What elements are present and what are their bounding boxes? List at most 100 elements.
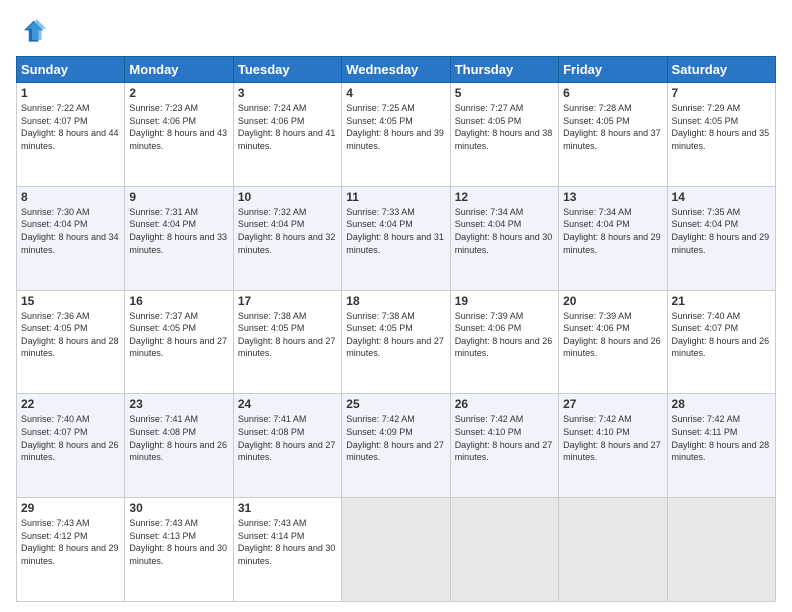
day-number: 6 xyxy=(563,86,662,100)
dow-header: Wednesday xyxy=(342,57,450,83)
day-info: Sunrise: 7:39 AMSunset: 4:06 PMDaylight:… xyxy=(455,310,554,360)
day-info: Sunrise: 7:37 AMSunset: 4:05 PMDaylight:… xyxy=(129,310,228,360)
calendar-cell xyxy=(450,498,558,602)
calendar-week-row: 8 Sunrise: 7:30 AMSunset: 4:04 PMDaylight… xyxy=(17,186,776,290)
day-info: Sunrise: 7:33 AMSunset: 4:04 PMDaylight:… xyxy=(346,206,445,256)
day-number: 18 xyxy=(346,294,445,308)
calendar-cell: 19 Sunrise: 7:39 AMSunset: 4:06 PMDayligh… xyxy=(450,290,558,394)
calendar-cell: 16 Sunrise: 7:37 AMSunset: 4:05 PMDayligh… xyxy=(125,290,233,394)
calendar-week-row: 1 Sunrise: 7:22 AMSunset: 4:07 PMDaylight… xyxy=(17,83,776,187)
day-number: 24 xyxy=(238,397,337,411)
day-number: 31 xyxy=(238,501,337,515)
calendar-cell: 18 Sunrise: 7:38 AMSunset: 4:05 PMDayligh… xyxy=(342,290,450,394)
calendar-cell: 5 Sunrise: 7:27 AMSunset: 4:05 PMDaylight… xyxy=(450,83,558,187)
day-info: Sunrise: 7:42 AMSunset: 4:11 PMDaylight:… xyxy=(672,413,771,463)
calendar-cell: 26 Sunrise: 7:42 AMSunset: 4:10 PMDayligh… xyxy=(450,394,558,498)
calendar-cell: 24 Sunrise: 7:41 AMSunset: 4:08 PMDayligh… xyxy=(233,394,341,498)
calendar-cell: 13 Sunrise: 7:34 AMSunset: 4:04 PMDayligh… xyxy=(559,186,667,290)
calendar-cell: 3Sunrise: 7:24 AMSunset: 4:06 PMDaylight… xyxy=(233,83,341,187)
logo xyxy=(16,16,52,48)
day-info: Sunrise: 7:41 AMSunset: 4:08 PMDaylight:… xyxy=(129,413,228,463)
day-info: Sunrise: 7:34 AMSunset: 4:04 PMDaylight:… xyxy=(455,206,554,256)
day-of-week-row: SundayMondayTuesdayWednesdayThursdayFrid… xyxy=(17,57,776,83)
day-number: 28 xyxy=(672,397,771,411)
day-info: Sunrise: 7:42 AMSunset: 4:10 PMDaylight:… xyxy=(455,413,554,463)
calendar-body: 1 Sunrise: 7:22 AMSunset: 4:07 PMDaylight… xyxy=(17,83,776,602)
calendar-cell: 7Sunrise: 7:29 AMSunset: 4:05 PMDaylight… xyxy=(667,83,775,187)
day-info: Sunrise: 7:43 AMSunset: 4:12 PMDaylight:… xyxy=(21,517,120,567)
calendar-table: SundayMondayTuesdayWednesdayThursdayFrid… xyxy=(16,56,776,602)
calendar-cell: 2 Sunrise: 7:23 AMSunset: 4:06 PMDaylight… xyxy=(125,83,233,187)
day-info: Sunrise: 7:36 AMSunset: 4:05 PMDaylight:… xyxy=(21,310,120,360)
day-info: Sunrise: 7:32 AMSunset: 4:04 PMDaylight:… xyxy=(238,206,337,256)
day-number: 14 xyxy=(672,190,771,204)
day-number: 16 xyxy=(129,294,228,308)
day-info: Sunrise: 7:38 AMSunset: 4:05 PMDaylight:… xyxy=(346,310,445,360)
day-info: Sunrise: 7:38 AMSunset: 4:05 PMDaylight:… xyxy=(238,310,337,360)
day-number: 15 xyxy=(21,294,120,308)
day-info: Sunrise: 7:39 AMSunset: 4:06 PMDaylight:… xyxy=(563,310,662,360)
calendar-cell: 25 Sunrise: 7:42 AMSunset: 4:09 PMDayligh… xyxy=(342,394,450,498)
day-number: 5 xyxy=(455,86,554,100)
day-number: 1 xyxy=(21,86,120,100)
calendar-cell: 22Sunrise: 7:40 AMSunset: 4:07 PMDayligh… xyxy=(17,394,125,498)
day-info: Sunrise: 7:31 AMSunset: 4:04 PMDaylight:… xyxy=(129,206,228,256)
calendar-week-row: 15 Sunrise: 7:36 AMSunset: 4:05 PMDayligh… xyxy=(17,290,776,394)
day-info: Sunrise: 7:43 AMSunset: 4:13 PMDaylight:… xyxy=(129,517,228,567)
day-info: Sunrise: 7:42 AMSunset: 4:10 PMDaylight:… xyxy=(563,413,662,463)
day-info: Sunrise: 7:30 AMSunset: 4:04 PMDaylight:… xyxy=(21,206,120,256)
day-info: Sunrise: 7:23 AMSunset: 4:06 PMDaylight:… xyxy=(129,102,228,152)
calendar-cell: 17 Sunrise: 7:38 AMSunset: 4:05 PMDayligh… xyxy=(233,290,341,394)
day-info: Sunrise: 7:42 AMSunset: 4:09 PMDaylight:… xyxy=(346,413,445,463)
logo-icon xyxy=(16,16,48,48)
calendar-cell xyxy=(667,498,775,602)
day-number: 4 xyxy=(346,86,445,100)
calendar-cell: 9Sunrise: 7:31 AMSunset: 4:04 PMDaylight… xyxy=(125,186,233,290)
day-number: 11 xyxy=(346,190,445,204)
day-number: 26 xyxy=(455,397,554,411)
day-info: Sunrise: 7:24 AMSunset: 4:06 PMDaylight:… xyxy=(238,102,337,152)
day-info: Sunrise: 7:40 AMSunset: 4:07 PMDaylight:… xyxy=(672,310,771,360)
day-number: 2 xyxy=(129,86,228,100)
day-info: Sunrise: 7:43 AMSunset: 4:14 PMDaylight:… xyxy=(238,517,337,567)
dow-header: Thursday xyxy=(450,57,558,83)
page: SundayMondayTuesdayWednesdayThursdayFrid… xyxy=(0,0,792,612)
day-number: 17 xyxy=(238,294,337,308)
calendar-week-row: 29 Sunrise: 7:43 AMSunset: 4:12 PMDayligh… xyxy=(17,498,776,602)
day-info: Sunrise: 7:27 AMSunset: 4:05 PMDaylight:… xyxy=(455,102,554,152)
day-info: Sunrise: 7:34 AMSunset: 4:04 PMDaylight:… xyxy=(563,206,662,256)
calendar-cell: 4 Sunrise: 7:25 AMSunset: 4:05 PMDaylight… xyxy=(342,83,450,187)
dow-header: Friday xyxy=(559,57,667,83)
dow-header: Sunday xyxy=(17,57,125,83)
day-info: Sunrise: 7:35 AMSunset: 4:04 PMDaylight:… xyxy=(672,206,771,256)
day-number: 20 xyxy=(563,294,662,308)
calendar-cell: 31 Sunrise: 7:43 AMSunset: 4:14 PMDayligh… xyxy=(233,498,341,602)
day-number: 8 xyxy=(21,190,120,204)
day-number: 19 xyxy=(455,294,554,308)
dow-header: Tuesday xyxy=(233,57,341,83)
day-number: 21 xyxy=(672,294,771,308)
day-info: Sunrise: 7:40 AMSunset: 4:07 PMDaylight:… xyxy=(21,413,120,463)
day-number: 13 xyxy=(563,190,662,204)
day-number: 25 xyxy=(346,397,445,411)
calendar-cell: 23 Sunrise: 7:41 AMSunset: 4:08 PMDayligh… xyxy=(125,394,233,498)
day-info: Sunrise: 7:25 AMSunset: 4:05 PMDaylight:… xyxy=(346,102,445,152)
dow-header: Saturday xyxy=(667,57,775,83)
day-number: 30 xyxy=(129,501,228,515)
calendar-cell: 8 Sunrise: 7:30 AMSunset: 4:04 PMDaylight… xyxy=(17,186,125,290)
dow-header: Monday xyxy=(125,57,233,83)
day-number: 10 xyxy=(238,190,337,204)
calendar-cell: 10 Sunrise: 7:32 AMSunset: 4:04 PMDayligh… xyxy=(233,186,341,290)
day-number: 23 xyxy=(129,397,228,411)
day-info: Sunrise: 7:41 AMSunset: 4:08 PMDaylight:… xyxy=(238,413,337,463)
calendar-cell: 6Sunrise: 7:28 AMSunset: 4:05 PMDaylight… xyxy=(559,83,667,187)
calendar-cell: 12Sunrise: 7:34 AMSunset: 4:04 PMDayligh… xyxy=(450,186,558,290)
header xyxy=(16,16,776,48)
day-number: 29 xyxy=(21,501,120,515)
calendar-cell: 15 Sunrise: 7:36 AMSunset: 4:05 PMDayligh… xyxy=(17,290,125,394)
calendar-cell: 21 Sunrise: 7:40 AMSunset: 4:07 PMDayligh… xyxy=(667,290,775,394)
calendar-week-row: 22Sunrise: 7:40 AMSunset: 4:07 PMDayligh… xyxy=(17,394,776,498)
day-info: Sunrise: 7:22 AMSunset: 4:07 PMDaylight:… xyxy=(21,102,120,152)
day-number: 7 xyxy=(672,86,771,100)
calendar-cell: 27Sunrise: 7:42 AMSunset: 4:10 PMDayligh… xyxy=(559,394,667,498)
